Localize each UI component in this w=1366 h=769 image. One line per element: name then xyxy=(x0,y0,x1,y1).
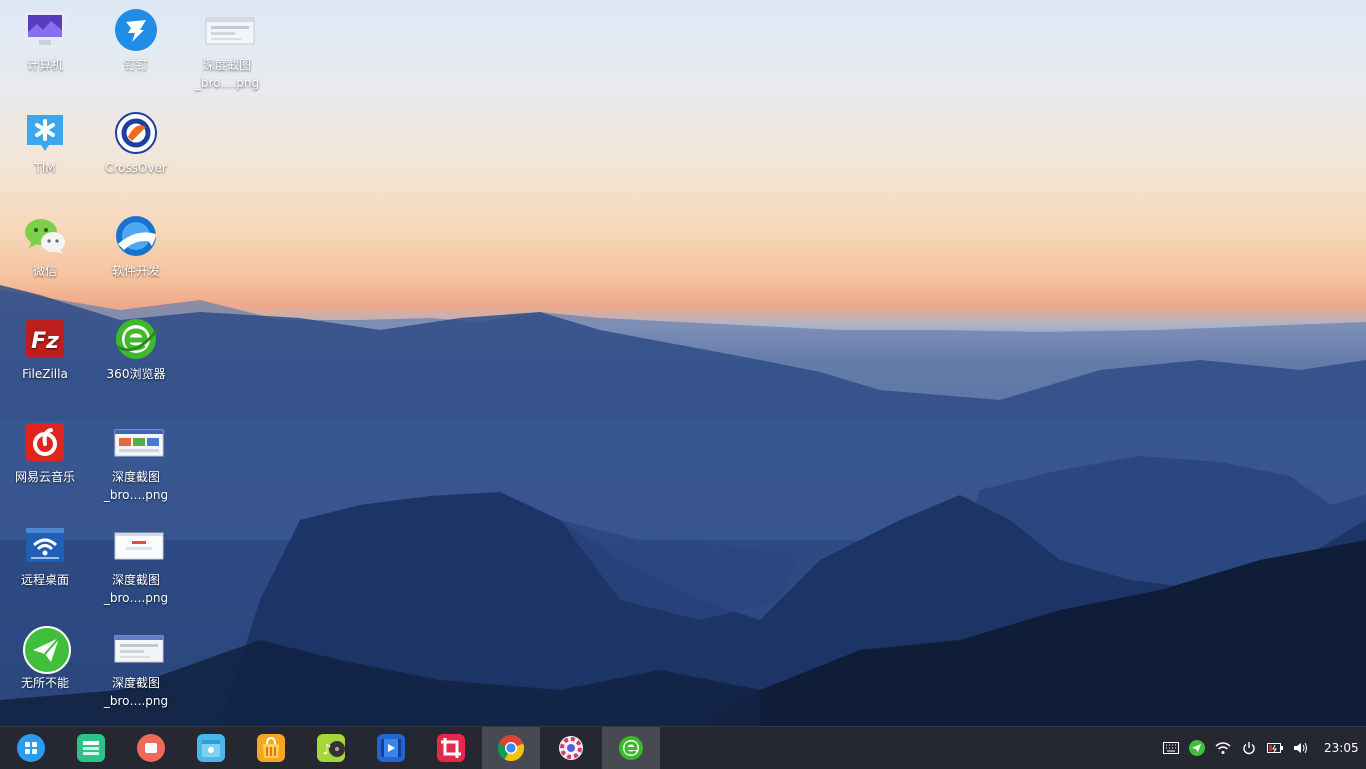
desktop-icon-screenshot-2[interactable]: 深度截图 _bro….png xyxy=(91,412,181,504)
taskbar-360-browser[interactable] xyxy=(602,727,660,769)
desktop-icon-label: 远程桌面 xyxy=(20,573,69,587)
crossover-icon xyxy=(114,111,158,155)
launcher-icon xyxy=(17,734,45,762)
taskbar-screen-recorder[interactable] xyxy=(122,727,180,769)
desktop-icon-label: 钉钉 xyxy=(123,58,148,72)
desktop-icon-screenshot-4[interactable]: 深度截图 _bro….png xyxy=(91,618,181,710)
taskbar-settings[interactable] xyxy=(542,727,600,769)
volume-icon[interactable] xyxy=(1292,739,1310,757)
app-store-icon xyxy=(257,734,285,762)
taskbar-app-store[interactable] xyxy=(242,727,300,769)
power-icon[interactable] xyxy=(1240,739,1258,757)
desktop-wallpaper xyxy=(0,0,1366,726)
360-browser-icon xyxy=(114,317,158,361)
desktop-icon-crossover[interactable]: CrossOver xyxy=(91,103,181,177)
desktop-icon-label: 网易云音乐 xyxy=(14,470,75,484)
desktop-icon-filezilla[interactable]: Fz FileZilla xyxy=(0,309,90,383)
desktop-icon-label: 深度截图 _bro….png xyxy=(103,573,169,605)
image-thumbnail-icon xyxy=(114,420,164,464)
tim-icon xyxy=(23,111,67,155)
screenshot-icon xyxy=(437,734,465,762)
360-browser-icon xyxy=(617,734,645,762)
desktop-icon-screenshot-3[interactable]: 深度截图 _bro….png xyxy=(91,515,181,607)
image-thumbnail-icon xyxy=(114,523,164,567)
chrome-icon xyxy=(497,734,525,762)
desktop-icon-label: 深度截图 _bro….png xyxy=(103,470,169,502)
netease-music-icon xyxy=(23,420,67,464)
keyboard-icon[interactable] xyxy=(1162,739,1180,757)
battery-icon[interactable] xyxy=(1266,739,1284,757)
file-manager-icon xyxy=(197,734,225,762)
wifi-icon[interactable] xyxy=(1214,739,1232,757)
settings-icon xyxy=(557,734,585,762)
taskbar-screenshot[interactable] xyxy=(422,727,480,769)
desktop-icon-tim[interactable]: TIM xyxy=(0,103,90,177)
image-thumbnail-icon xyxy=(114,626,164,670)
multitasking-icon xyxy=(77,734,105,762)
movie-icon xyxy=(377,734,405,762)
screen-recorder-icon xyxy=(137,734,165,762)
desktop-icon-360-browser[interactable]: 360浏览器 xyxy=(91,309,181,383)
desktop-icon-label: 深度截图 _bro….png xyxy=(103,676,169,708)
paper-plane-icon xyxy=(23,626,71,674)
music-icon: ♪ xyxy=(317,734,345,762)
desktop-icon-software-dev[interactable]: 软件开发 xyxy=(91,206,181,280)
taskbar-music[interactable]: ♪ xyxy=(302,727,360,769)
taskbar-launcher[interactable] xyxy=(2,727,60,769)
desktop-icon-label: FileZilla xyxy=(22,367,68,381)
desktop-icon-computer[interactable]: 计算机 xyxy=(0,0,90,74)
paper-plane-tray-icon[interactable] xyxy=(1188,739,1206,757)
taskbar-chrome[interactable] xyxy=(482,727,540,769)
svg-text:♪: ♪ xyxy=(323,742,332,758)
desktop-icon-label: 深度截图 _bro….png xyxy=(194,58,260,90)
dingtalk-icon xyxy=(114,8,158,52)
taskbar-multitasking[interactable] xyxy=(62,727,120,769)
desktop-icon-label: 软件开发 xyxy=(111,264,160,278)
desktop-icon-dingtalk[interactable]: 钉钉 xyxy=(91,0,181,74)
desktop-icon-label: 360浏览器 xyxy=(106,367,166,381)
filezilla-icon: Fz xyxy=(23,317,67,361)
desktop-icon-wusuobuneng[interactable]: 无所不能 xyxy=(0,618,90,692)
ie-globe-icon xyxy=(114,214,158,258)
desktop-icon-remote-desktop[interactable]: 远程桌面 xyxy=(0,515,90,589)
image-thumbnail-icon xyxy=(205,8,255,52)
clock[interactable]: 23:05 xyxy=(1324,741,1359,755)
desktop-icon-netease-music[interactable]: 网易云音乐 xyxy=(0,412,90,486)
computer-icon xyxy=(23,8,67,52)
desktop-icon-label: 无所不能 xyxy=(20,676,69,690)
taskbar-movie[interactable] xyxy=(362,727,420,769)
desktop-icon-label: CrossOver xyxy=(105,161,167,175)
remote-desktop-icon xyxy=(23,523,67,567)
svg-text:Fz: Fz xyxy=(31,329,59,354)
desktop-icon-label: 微信 xyxy=(32,264,57,278)
taskbar: ♪ 23:05 xyxy=(0,726,1366,769)
wechat-icon xyxy=(23,214,67,258)
desktop-icon-label: 计算机 xyxy=(26,58,63,72)
system-tray: 23:05 xyxy=(1158,727,1359,769)
desktop-icon-wechat[interactable]: 微信 xyxy=(0,206,90,280)
taskbar-file-manager[interactable] xyxy=(182,727,240,769)
desktop-icon-label: TIM xyxy=(34,161,56,175)
desktop-icon-screenshot-1[interactable]: 深度截图 _bro….png xyxy=(182,0,272,92)
